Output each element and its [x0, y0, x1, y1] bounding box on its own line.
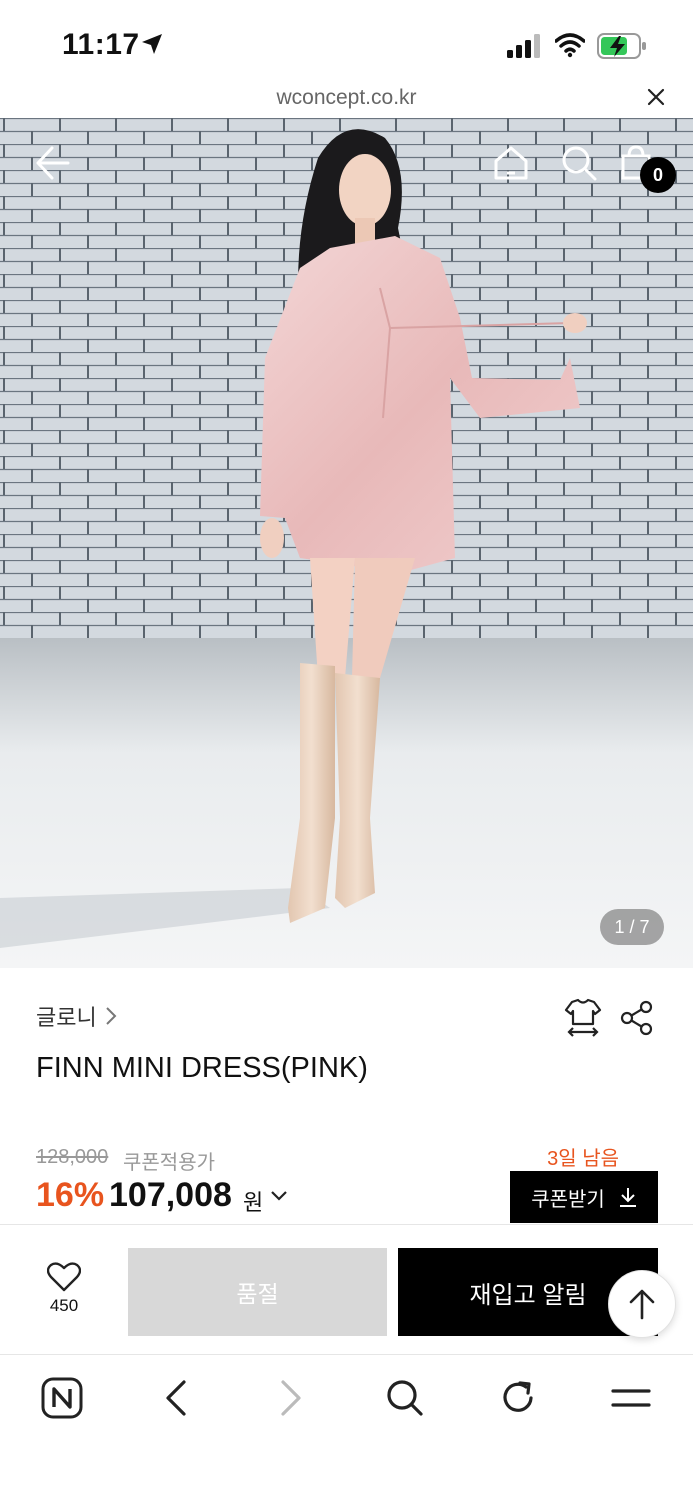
like-count: 450	[49, 1296, 79, 1315]
search-icon	[387, 1380, 423, 1416]
get-coupon-label: 쿠폰받기	[531, 1188, 605, 1211]
browser-search-button[interactable]	[380, 1375, 430, 1421]
share-icon[interactable]	[620, 1000, 654, 1036]
get-coupon-button[interactable]: 쿠폰받기	[510, 1171, 658, 1223]
original-price: 128,000	[36, 1146, 109, 1168]
wifi-icon	[555, 33, 585, 58]
browser-toolbar	[0, 1355, 693, 1500]
url-text[interactable]: wconcept.co.kr	[0, 86, 693, 110]
brand-link[interactable]: 글로니	[36, 1000, 117, 1032]
currency-label: 원	[243, 1190, 264, 1215]
status-bar: 11:17	[0, 0, 693, 84]
chevron-right-icon	[281, 1380, 301, 1416]
refresh-icon	[503, 1381, 533, 1412]
product-photo	[0, 118, 693, 968]
download-icon	[619, 1188, 636, 1207]
chevron-down-icon[interactable]	[270, 1190, 288, 1202]
browser-forward-button[interactable]	[266, 1375, 316, 1421]
discount-rate: 16%	[36, 1176, 105, 1214]
browser-back-button[interactable]	[151, 1375, 201, 1421]
naver-home-button[interactable]	[37, 1375, 87, 1421]
page-indicator: 1 / 7	[600, 909, 664, 945]
soldout-button[interactable]: 품절	[128, 1248, 387, 1336]
status-time: 11:17	[62, 28, 140, 61]
scroll-to-top-button[interactable]	[608, 1270, 676, 1338]
search-icon[interactable]	[560, 144, 598, 182]
fit-guide-icon[interactable]	[564, 998, 602, 1038]
back-arrow-icon[interactable]	[34, 144, 72, 182]
like-button[interactable]: 450	[36, 1262, 92, 1316]
product-image-carousel[interactable]: 0 1 / 7	[0, 118, 693, 968]
chevron-left-icon	[166, 1380, 186, 1416]
divider	[0, 1224, 693, 1225]
home-icon[interactable]	[492, 144, 530, 182]
heart-icon	[47, 1262, 81, 1292]
chevron-right-icon	[106, 1007, 117, 1025]
arrow-up-icon	[629, 1289, 655, 1320]
coupon-price-label: 쿠폰적용가	[123, 1152, 215, 1174]
url-bar[interactable]: wconcept.co.kr	[0, 84, 693, 118]
browser-refresh-button[interactable]	[493, 1375, 543, 1421]
location-arrow-icon	[142, 34, 162, 54]
browser-menu-button[interactable]	[606, 1375, 656, 1421]
signal-icon	[507, 34, 540, 58]
sale-price: 107,008	[109, 1176, 232, 1214]
menu-icon	[611, 1389, 651, 1407]
battery-icon	[597, 33, 646, 59]
naver-icon	[41, 1377, 83, 1419]
coupon-days-left: 3일 남음	[547, 1148, 619, 1170]
close-icon[interactable]	[645, 86, 667, 108]
product-title: FINN MINI DRESS(PINK)	[36, 1052, 368, 1084]
cart-count-badge[interactable]: 0	[640, 157, 676, 193]
brand-name[interactable]: 글로니	[36, 1000, 97, 1032]
